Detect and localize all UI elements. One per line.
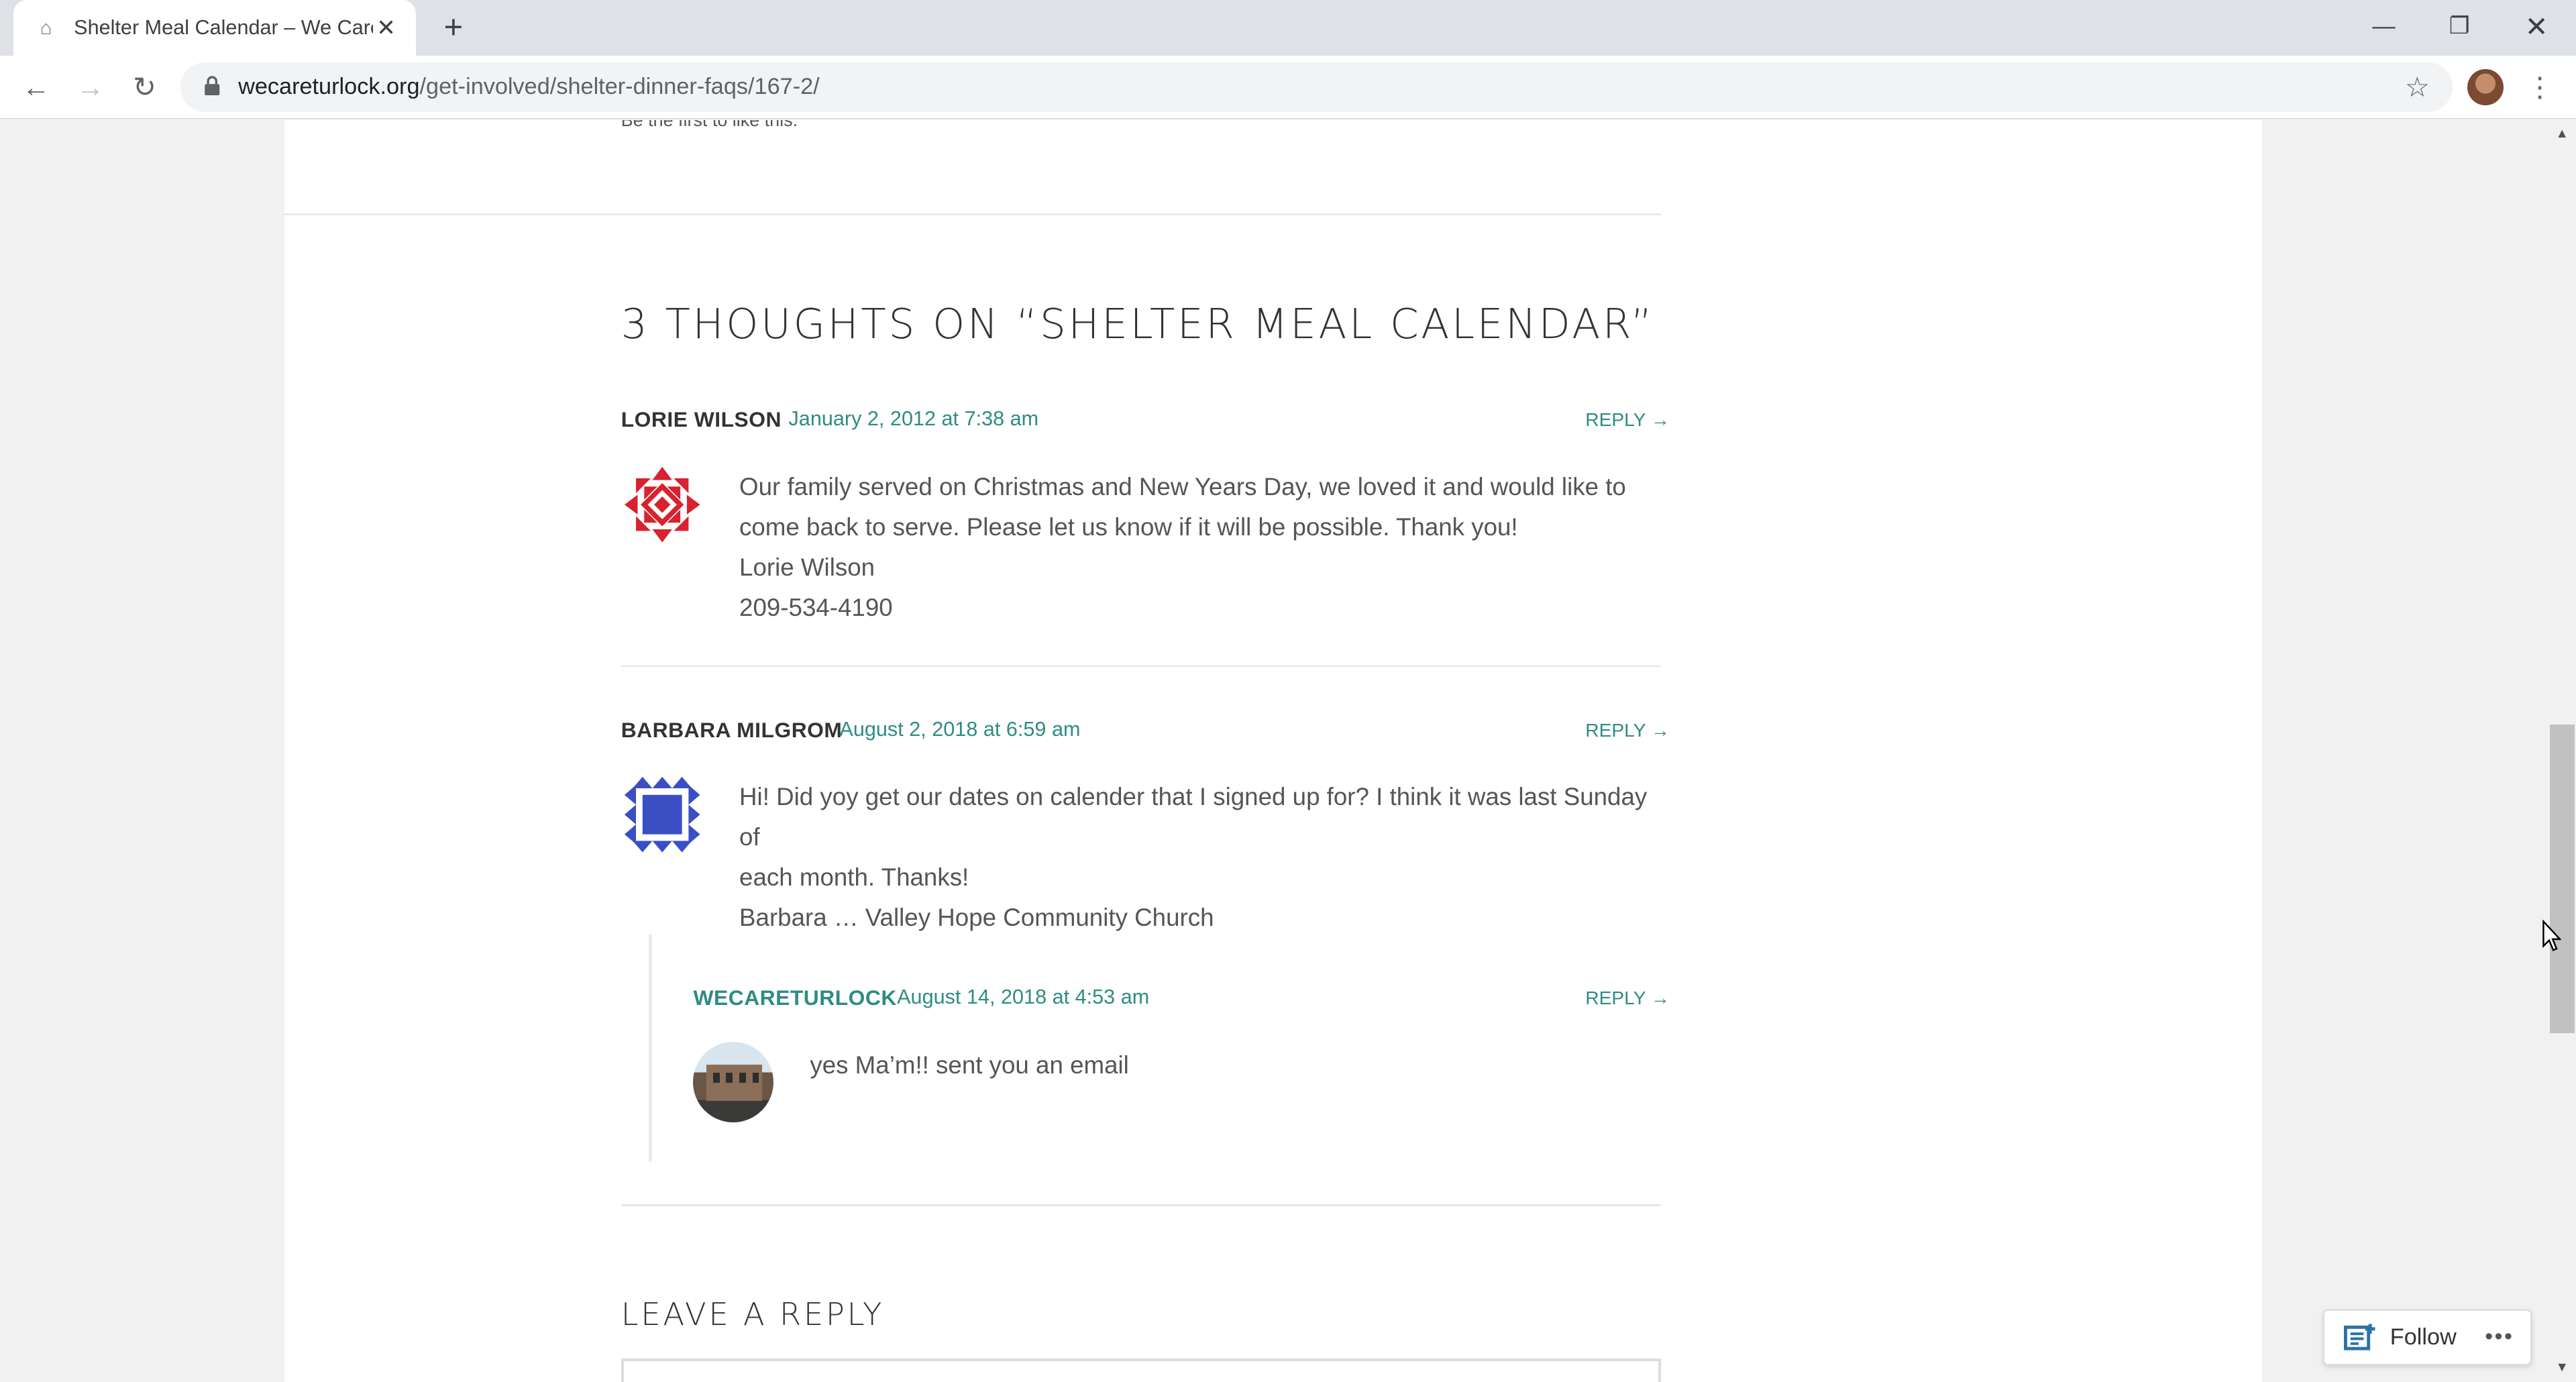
minimize-icon[interactable]: — [2346, 0, 2422, 52]
comment-divider [621, 1204, 1661, 1206]
profile-avatar[interactable] [2467, 68, 2504, 105]
url-text: wecareturlock.org/get-involved/shelter-d… [238, 74, 820, 100]
content-column: Be the first to like this. 3 THOUGHTS ON… [284, 119, 2263, 1382]
gravatar-identicon [621, 774, 704, 856]
browser-tab[interactable]: ⌂ Shelter Meal Calendar – We Care ✕ [13, 0, 416, 56]
back-arrow-icon[interactable]: ← [15, 66, 58, 109]
new-tab-icon[interactable]: + [434, 8, 474, 48]
page-viewport: Be the first to like this. 3 THOUGHTS ON… [0, 119, 2548, 1382]
bookmark-star-icon[interactable]: ☆ [2405, 70, 2430, 103]
comment-line: 209-534-4190 [739, 593, 893, 621]
scroll-up-icon[interactable]: ▲ [2548, 120, 2576, 148]
site-favicon-icon: ⌂ [40, 16, 52, 39]
reply-link[interactable]: REPLY → [1585, 988, 1670, 1009]
comment-line: Our family served on Christmas and New Y… [739, 472, 1626, 500]
follow-label: Follow [2390, 1324, 2457, 1350]
restore-icon[interactable]: ❐ [2422, 0, 2498, 52]
follow-button[interactable]: Follow ••• [2322, 1309, 2532, 1366]
avatar-window [752, 1073, 759, 1083]
gravatar-identicon [621, 463, 704, 546]
tab-strip: ⌂ Shelter Meal Calendar – We Care ✕ + — … [0, 0, 2576, 56]
comment-body: Our family served on Christmas and New Y… [739, 467, 1659, 628]
reload-icon[interactable]: ↻ [123, 66, 166, 109]
comment-line: Lorie Wilson [739, 553, 875, 581]
author-avatar-photo [693, 1041, 774, 1122]
close-window-icon[interactable]: ✕ [2499, 0, 2575, 52]
mouse-cursor-icon [2542, 920, 2561, 952]
avatar-window [712, 1073, 720, 1083]
avatar-building [706, 1064, 763, 1101]
comment-author[interactable]: LORIE WILSON [621, 407, 782, 432]
scroll-down-icon[interactable]: ▼ [2548, 1354, 2576, 1382]
tab-title: Shelter Meal Calendar – We Care [74, 16, 373, 40]
avatar-window [739, 1073, 746, 1083]
close-tab-icon[interactable]: ✕ [373, 15, 399, 41]
lock-icon [204, 75, 219, 95]
browser-menu-icon[interactable]: ⋮ [2525, 66, 2555, 109]
comments-heading: 3 THOUGHTS ON “SHELTER MEAL CALENDAR” [621, 301, 1655, 349]
thread-indent-line [649, 935, 653, 1162]
comment-line: yes Ma’m!! sent you an email [810, 1051, 1129, 1079]
url-path: /get-involved/shelter-dinner-faqs/167-2/ [419, 74, 820, 100]
comment-line: each month. Thanks! [739, 863, 969, 892]
comment-date[interactable]: January 2, 2012 at 7:38 am [789, 407, 1039, 431]
page-scrollbar[interactable]: ▲ ▼ [2548, 119, 2576, 1382]
comment-date[interactable]: August 14, 2018 at 4:53 am [897, 986, 1149, 1009]
address-bar[interactable]: wecareturlock.org/get-involved/shelter-d… [180, 62, 2453, 112]
browser-toolbar: ← → ↻ wecareturlock.org/get-involved/she… [0, 56, 2576, 120]
forward-arrow-icon[interactable]: → [69, 66, 112, 109]
comment-body: Hi! Did yoy get our dates on calender th… [739, 777, 1668, 938]
comment-line: Barbara … Valley Hope Community Church [739, 904, 1214, 932]
avatar-window [726, 1073, 733, 1083]
reply-link[interactable]: REPLY → [1585, 409, 1670, 431]
comment-date[interactable]: August 2, 2018 at 6:59 am [839, 718, 1080, 741]
url-domain: wecareturlock.org [238, 74, 420, 100]
comment-line: Hi! Did yoy get our dates on calender th… [739, 783, 1648, 851]
likes-text: Be the first to like this. [621, 119, 798, 131]
section-divider [284, 213, 1661, 215]
reply-link[interactable]: REPLY → [1585, 720, 1670, 741]
comment-author[interactable]: BARBARA MILGROM [621, 718, 843, 743]
more-options-icon[interactable]: ••• [2485, 1324, 2514, 1350]
leave-reply-heading: LEAVE A REPLY [621, 1296, 885, 1333]
reader-follow-icon [2344, 1324, 2375, 1351]
comment-body: yes Ma’m!! sent you an email [810, 1045, 1631, 1085]
comment-line: come back to serve. Please let us know i… [739, 513, 1518, 541]
reply-textarea[interactable] [621, 1359, 1661, 1382]
scrollbar-thumb[interactable] [2549, 724, 2575, 1034]
comment-author[interactable]: WECARETURLOCK [693, 986, 896, 1010]
comment-divider [621, 665, 1661, 668]
